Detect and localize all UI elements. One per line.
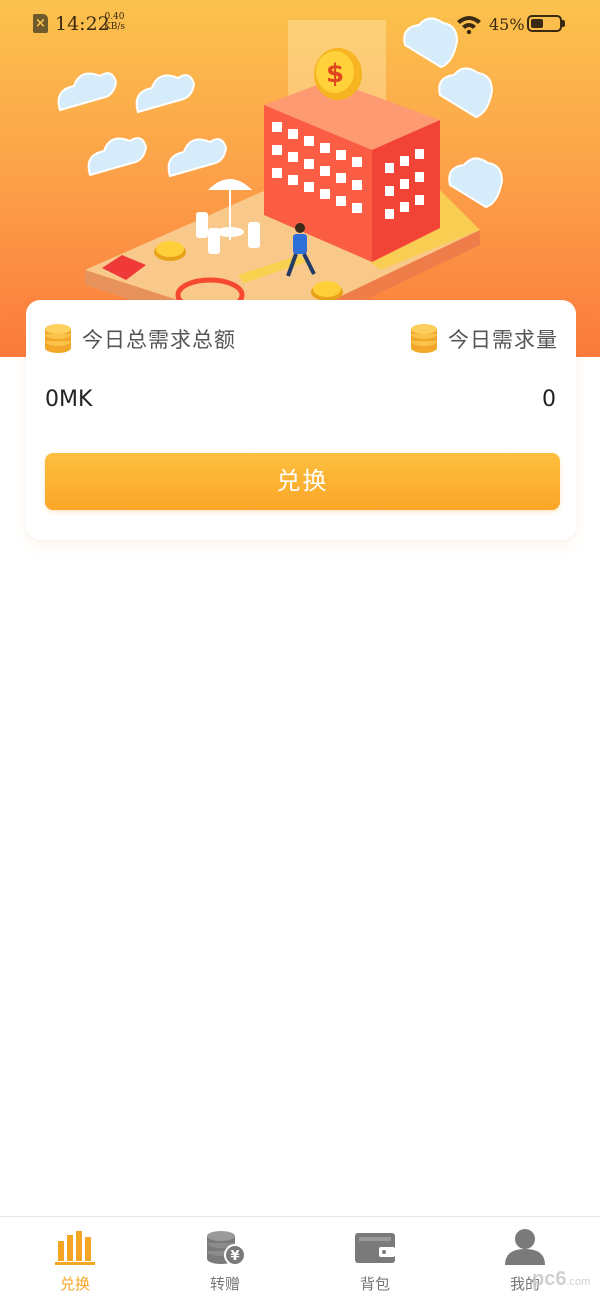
nav-label-transfer: 转赠: [209, 1275, 240, 1293]
bar-chart-icon: [55, 1231, 95, 1265]
coins-icon: [45, 324, 71, 353]
svg-text:¥: ¥: [230, 1249, 239, 1264]
demand-volume-header: 今日需求量: [410, 324, 558, 354]
nav-item-mine[interactable]: 我的: [450, 1217, 600, 1300]
exchange-page: $ × 14:22 0.40 KB/s 45% 今日总需求总额 今日需求量 0M…: [0, 0, 600, 1300]
total-demand-amount-label: 今日总需求总额: [82, 328, 236, 352]
status-bar: × 14:22 0.40 KB/s 45%: [0, 0, 600, 48]
network-speed-unit: KB/s: [104, 22, 125, 32]
battery-icon: [527, 15, 562, 32]
wallet-icon: [355, 1233, 395, 1263]
battery-tip: [562, 20, 565, 27]
total-demand-amount-header: 今日总需求总额: [44, 324, 236, 354]
sim-off-icon: ×: [33, 14, 48, 33]
bottom-nav: 兑换 ¥ 转赠 背包 我的: [0, 1216, 600, 1300]
demand-volume-value: 0: [542, 387, 556, 412]
demand-volume-label: 今日需求量: [448, 328, 558, 352]
coins-yuan-icon: ¥: [207, 1231, 246, 1266]
wifi-icon: [457, 16, 481, 34]
exchange-button[interactable]: 兑换: [45, 453, 560, 510]
nav-label-mine: 我的: [509, 1275, 540, 1293]
nav-label-exchange: 兑换: [59, 1275, 90, 1293]
svg-text:$: $: [326, 59, 344, 89]
battery-percent: 45%: [489, 15, 525, 34]
coins-icon: [411, 324, 437, 353]
total-demand-amount-value: 0MK: [45, 387, 93, 412]
stats-card: 今日总需求总额 今日需求量 0MK 0 兑换: [26, 300, 576, 540]
nav-item-backpack[interactable]: 背包: [300, 1217, 450, 1300]
network-speed-value: 0.40: [104, 12, 125, 22]
nav-item-exchange[interactable]: 兑换: [0, 1217, 150, 1300]
user-icon: [505, 1229, 545, 1265]
battery-level-fill: [531, 19, 544, 28]
nav-item-transfer[interactable]: ¥ 转赠: [150, 1217, 300, 1300]
network-speed: 0.40 KB/s: [104, 12, 125, 32]
nav-label-backpack: 背包: [359, 1275, 390, 1293]
status-time: 14:22: [55, 13, 110, 35]
